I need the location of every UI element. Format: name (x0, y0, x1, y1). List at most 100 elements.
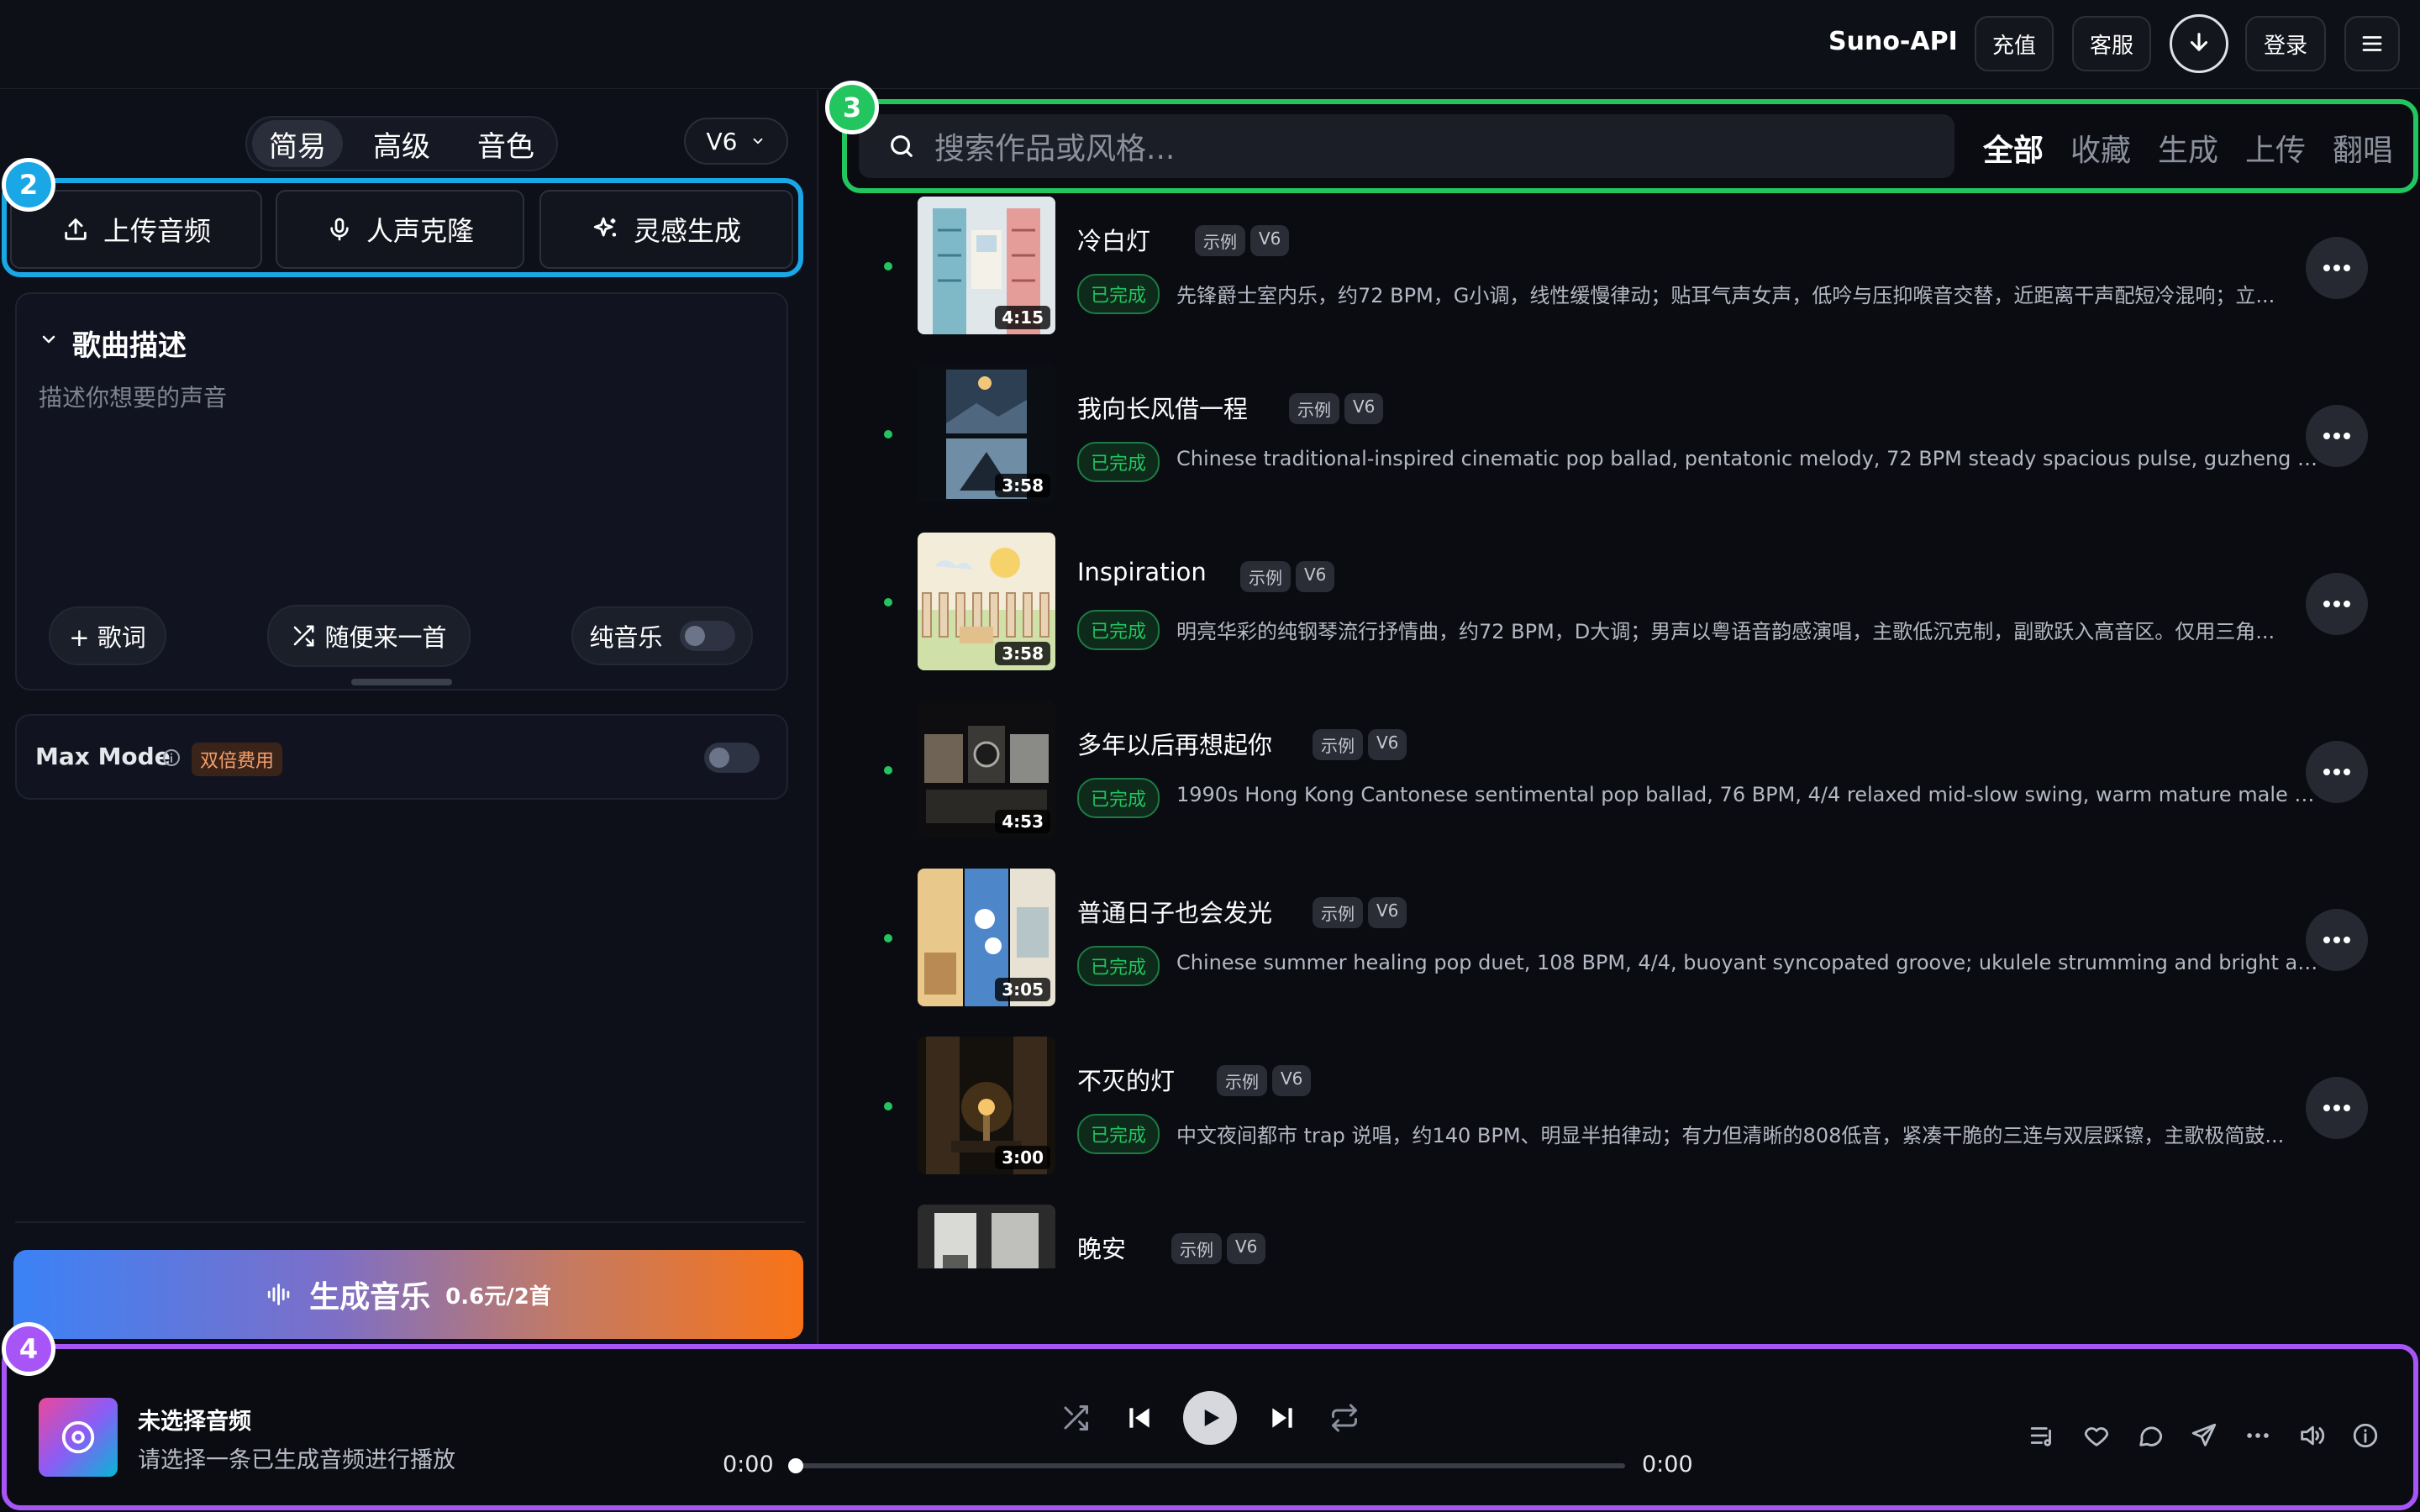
recharge-label: 充值 (1991, 33, 2036, 59)
max-mode-toggle[interactable] (704, 743, 760, 773)
player-cover (39, 1398, 118, 1477)
filter-tab-generated[interactable]: 生成 (2158, 126, 2218, 170)
tab-voice[interactable]: 音色 (460, 120, 551, 167)
download-button[interactable] (2170, 14, 2228, 73)
random-song-button[interactable]: 随便来一首 (267, 605, 471, 667)
resize-handle[interactable] (351, 679, 452, 685)
song-row[interactable]: 晚安 示例 V6 (874, 1200, 2403, 1268)
more-options-button[interactable] (2306, 741, 2368, 803)
instrumental-toggle-row: 纯音乐 (571, 606, 753, 665)
song-row[interactable]: 3:58 Inspiration 示例 V6 已完成 明亮华彩的纯钢琴流行抒情曲… (874, 528, 2403, 696)
progress-handle[interactable] (788, 1458, 803, 1473)
tag-version: V6 (1368, 729, 1407, 760)
chevron-down-icon[interactable] (39, 329, 59, 349)
chevron-down-icon (754, 138, 763, 144)
version-select[interactable]: V6 (684, 118, 788, 165)
filter-tab-all[interactable]: 全部 (1983, 126, 2044, 170)
info-icon[interactable] (2351, 1421, 2380, 1450)
status-dot (884, 598, 892, 606)
search-input[interactable]: 搜索作品或风格... (934, 124, 1175, 168)
inspiration-label: 灵感生成 (633, 215, 741, 247)
tag-sample: 示例 (1313, 729, 1363, 760)
more-options-button[interactable] (2306, 1077, 2368, 1139)
support-label: 客服 (2089, 33, 2133, 59)
tab-advanced[interactable]: 高级 (356, 120, 447, 167)
divider (15, 1221, 805, 1223)
status-dot (884, 1102, 892, 1110)
more-options-button[interactable] (2306, 909, 2368, 971)
instrumental-toggle[interactable] (679, 621, 735, 651)
brand-name: Suno-API (1828, 27, 1958, 56)
song-row[interactable]: 3:05 普通日子也会发光 示例 V6 已完成 Chinese summer h… (874, 864, 2403, 1032)
total-time: 0:00 (1642, 1452, 1693, 1478)
playlist-icon[interactable] (2028, 1421, 2057, 1450)
play-button[interactable] (1183, 1391, 1237, 1445)
version-label: V6 (706, 127, 738, 155)
song-tags: 示例 V6 (1171, 1233, 1266, 1264)
song-title: 我向长风借一程 (1077, 395, 1249, 423)
lyrics-button[interactable]: + 歌词 (49, 606, 166, 665)
info-icon[interactable] (161, 748, 182, 768)
status-badge: 已完成 (1077, 946, 1160, 986)
duration-badge: 3:05 (995, 978, 1050, 1001)
hamburger-menu-icon (2362, 36, 2382, 51)
share-icon[interactable] (2190, 1421, 2218, 1450)
description-title: 歌曲描述 (72, 329, 187, 363)
more-dots-icon (2323, 937, 2350, 943)
recharge-button[interactable]: 充值 (1975, 16, 2054, 71)
volume-icon[interactable] (2297, 1421, 2326, 1450)
song-row[interactable]: 3:00 不灭的灯 示例 V6 已完成 中文夜间都市 trap 说唱，约140 … (874, 1032, 2403, 1200)
shuffle-icon[interactable] (1060, 1403, 1091, 1433)
filter-tab-favorites[interactable]: 收藏 (2070, 126, 2131, 170)
search-box[interactable]: 搜索作品或风格... (859, 114, 1954, 178)
song-cover[interactable]: 3:00 (918, 1037, 1055, 1174)
next-icon[interactable] (1265, 1401, 1299, 1435)
login-button[interactable]: 登录 (2245, 16, 2326, 71)
more-options-button[interactable] (2306, 405, 2368, 467)
more-dots-icon (2323, 601, 2350, 607)
song-cover[interactable] (918, 1205, 1055, 1268)
song-list: 4:15 冷白灯 示例 V6 已完成 先锋爵士室内乐，约72 BPM，G小调，线… (874, 192, 2420, 1268)
generate-music-button[interactable]: 生成音乐 0.6元/2首 (13, 1250, 803, 1339)
annotation-badge-3: 3 (825, 81, 879, 134)
song-tags: 示例 V6 (1313, 729, 1407, 760)
song-cover[interactable]: 3:58 (918, 365, 1055, 502)
song-row[interactable]: 4:53 多年以后再想起你 示例 V6 已完成 1990s Hong Kong … (874, 696, 2403, 864)
more-dots-icon (2323, 769, 2350, 775)
song-tags: 示例 V6 (1217, 1065, 1312, 1096)
filter-tab-uploaded[interactable]: 上传 (2245, 126, 2306, 170)
annotation-badge-4: 4 (2, 1322, 55, 1376)
tag-sample: 示例 (1313, 897, 1363, 928)
song-row[interactable]: 3:58 我向长风借一程 示例 V6 已完成 Chinese tradition… (874, 360, 2403, 528)
shuffle-icon (294, 625, 314, 647)
song-cover[interactable]: 4:53 (918, 701, 1055, 838)
duration-badge: 4:15 (995, 306, 1050, 329)
sparkles-icon (593, 217, 617, 237)
filter-tab-covers[interactable]: 翻唱 (2333, 126, 2393, 170)
heart-icon[interactable] (2082, 1421, 2111, 1450)
comment-icon[interactable] (2136, 1421, 2165, 1450)
previous-icon[interactable] (1123, 1401, 1156, 1435)
inspiration-button[interactable]: 灵感生成 (539, 190, 793, 269)
more-options-button[interactable] (2306, 237, 2368, 299)
tag-sample: 示例 (1217, 1065, 1267, 1096)
song-cover[interactable]: 4:15 (918, 197, 1055, 334)
progress-bar[interactable] (793, 1463, 1625, 1468)
song-cover[interactable]: 3:05 (918, 869, 1055, 1006)
more-options-button[interactable] (2306, 573, 2368, 635)
more-dots-icon (2323, 1105, 2350, 1111)
status-dot (884, 430, 892, 438)
status-badge: 已完成 (1077, 1114, 1160, 1154)
repeat-icon[interactable] (1329, 1403, 1360, 1433)
status-badge: 已完成 (1077, 778, 1160, 818)
song-row[interactable]: 4:15 冷白灯 示例 V6 已完成 先锋爵士室内乐，约72 BPM，G小调，线… (874, 192, 2403, 360)
tag-sample: 示例 (1195, 225, 1245, 256)
song-cover[interactable]: 3:58 (918, 533, 1055, 670)
waveform-icon (267, 1284, 290, 1305)
voice-clone-button[interactable]: 人声克隆 (276, 190, 524, 269)
description-input[interactable]: 描述你想要的声音 (39, 380, 227, 413)
tab-simple[interactable]: 简易 (252, 120, 343, 167)
more-horizontal-icon[interactable] (2244, 1421, 2272, 1450)
menu-button[interactable] (2344, 16, 2400, 71)
support-button[interactable]: 客服 (2072, 16, 2151, 71)
